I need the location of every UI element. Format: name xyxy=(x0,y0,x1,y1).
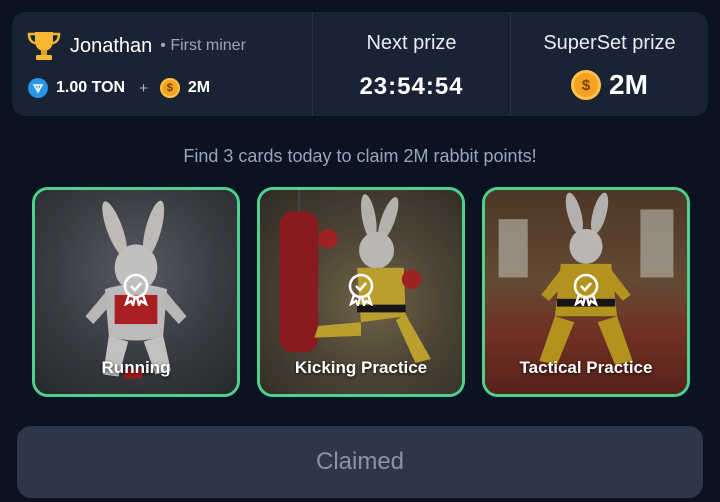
winner-name: Jonathan xyxy=(70,34,153,57)
coin-icon: $ xyxy=(159,78,180,98)
card-label: Tactical Practice xyxy=(519,358,653,377)
prize-panel: Jonathan • First miner 1.00 TON + $ 2M N… xyxy=(12,12,708,116)
superset-amount: 2M xyxy=(609,69,648,100)
card-tactical-practice[interactable]: Tactical Practice xyxy=(482,187,690,397)
reward-ton: 1.00 TON xyxy=(56,79,126,96)
badge-check-icon xyxy=(123,273,149,306)
card-kicking-practice[interactable]: Kicking Practice xyxy=(257,187,465,397)
countdown-timer: 23:54:54 xyxy=(359,73,464,100)
plus-sign: + xyxy=(139,79,148,97)
claimed-button[interactable]: Claimed xyxy=(17,426,703,498)
card-label: Kicking Practice xyxy=(294,358,428,377)
winner-tag: • First miner xyxy=(160,37,246,54)
card-label: Running xyxy=(101,358,171,377)
card-running[interactable]: Running xyxy=(32,187,240,397)
superset-prize: SuperSet prize $ 2M xyxy=(511,12,708,116)
instruction-text: Find 3 cards today to claim 2M rabbit po… xyxy=(183,146,537,166)
next-prize: Next prize 23:54:54 xyxy=(313,12,510,116)
next-prize-label: Next prize xyxy=(366,32,457,54)
winner-reward: 1.00 TON + $ 2M xyxy=(26,78,312,98)
ton-icon xyxy=(28,78,48,98)
coin-icon: $ xyxy=(571,70,602,100)
badge-check-icon xyxy=(348,273,374,306)
card-row: Running Kicking Practice Tactical Practi… xyxy=(32,187,690,397)
page: Jonathan • First miner 1.00 TON + $ 2M N… xyxy=(0,0,720,502)
reward-points: 2M xyxy=(187,79,211,96)
winner-row: Jonathan • First miner xyxy=(26,30,312,62)
trophy-icon xyxy=(27,32,61,60)
superset-value: $ 2M xyxy=(571,69,648,101)
badge-check-icon xyxy=(573,273,599,306)
last-winner: Jonathan • First miner 1.00 TON + $ 2M xyxy=(12,12,312,116)
superset-prize-label: SuperSet prize xyxy=(543,32,676,54)
